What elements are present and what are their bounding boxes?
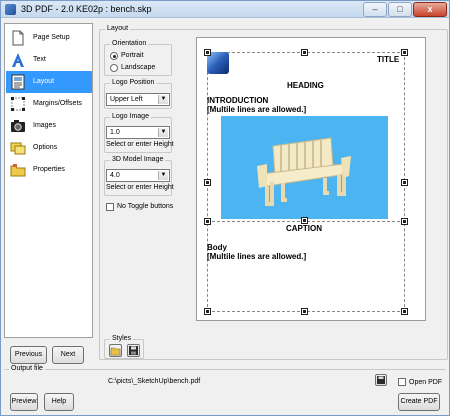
open-style-button[interactable]: [109, 344, 122, 357]
margins-icon: [11, 97, 25, 111]
page-preview: TITLE HEADING INTRODUCTION [Multile line…: [196, 37, 426, 321]
create-pdf-button[interactable]: Create PDF: [398, 393, 440, 411]
save-icon: [377, 376, 385, 384]
chevron-down-icon: ▼: [158, 95, 168, 104]
landscape-label: Landscape: [121, 64, 156, 71]
previous-button[interactable]: Previous: [10, 346, 47, 364]
nav-item-images[interactable]: Images: [6, 115, 92, 137]
preview-body-note: [Multile lines are allowed.]: [207, 252, 307, 261]
open-pdf-checkbox[interactable]: [398, 378, 406, 386]
model-height-combo[interactable]: 4.0 ▼: [106, 169, 170, 182]
resize-handle[interactable]: [204, 49, 211, 56]
open-pdf-label: Open PDF: [409, 379, 443, 386]
chevron-down-icon: ▼: [158, 171, 168, 180]
preview-body: Body: [207, 243, 227, 252]
next-button[interactable]: Next: [52, 346, 84, 364]
save-style-button[interactable]: [127, 344, 140, 357]
no-toggle-label: No Toggle buttons: [117, 203, 174, 210]
camera-icon: [11, 120, 25, 132]
text-icon: [12, 53, 24, 67]
resize-handle[interactable]: [204, 308, 211, 315]
bench-image: [257, 137, 351, 206]
save-icon: [129, 346, 138, 355]
preview-button[interactable]: Preview: [10, 393, 38, 411]
portrait-radio[interactable]: [110, 52, 118, 60]
model-height-value: 4.0: [110, 172, 120, 179]
logo-position-select[interactable]: Upper Left ▼: [106, 93, 170, 106]
styles-label: Styles: [110, 335, 134, 342]
orientation-label: Orientation: [110, 40, 149, 47]
resize-handle[interactable]: [301, 308, 308, 315]
nav-item-label: Margins/Offsets: [33, 100, 82, 107]
preview-heading: HEADING: [287, 81, 324, 90]
window-title: 3D PDF - 2.0 KE02p : bench.skp: [21, 4, 152, 14]
logo-image: [207, 52, 229, 74]
logo-height-combo[interactable]: 1.0 ▼: [106, 126, 170, 139]
chevron-down-icon: ▼: [158, 128, 168, 137]
properties-icon: [10, 164, 26, 177]
nav-item-label: Options: [33, 144, 58, 151]
minimize-button[interactable]: –: [363, 2, 387, 17]
resize-handle[interactable]: [204, 218, 211, 225]
nav-item-options[interactable]: Options: [6, 137, 92, 159]
close-button[interactable]: x: [413, 2, 447, 17]
resize-handle[interactable]: [401, 308, 408, 315]
nav-item-label: Text: [33, 56, 46, 63]
app-icon: [5, 4, 16, 15]
model-height-hint: Select or enter Height: [106, 184, 174, 191]
model-image-label: 3D Model Image: [110, 156, 166, 163]
layout-icon: [11, 74, 25, 90]
browse-output-button[interactable]: [375, 374, 387, 386]
nav-item-label: Layout: [33, 78, 55, 85]
help-button[interactable]: Help: [44, 393, 74, 411]
model-image: [221, 116, 388, 219]
logo-position-value: Upper Left: [110, 96, 143, 103]
title-bar: 3D PDF - 2.0 KE02p : bench.skp – □ x: [1, 1, 449, 18]
preview-title: TITLE: [377, 55, 400, 64]
resize-handle[interactable]: [204, 179, 211, 186]
nav-item-properties[interactable]: Properties: [6, 159, 92, 181]
nav-item-layout[interactable]: Layout: [6, 71, 92, 93]
resize-handle[interactable]: [301, 217, 308, 224]
options-icon: [10, 142, 26, 155]
resize-handle[interactable]: [301, 49, 308, 56]
logo-height-hint: Select or enter Height: [106, 141, 174, 148]
portrait-label: Portrait: [121, 52, 144, 59]
resize-handle[interactable]: [401, 49, 408, 56]
output-file-label: Output file: [9, 365, 45, 372]
output-file-path[interactable]: C:\picts\_SketchUp\bench.pdf: [108, 378, 200, 385]
no-toggle-checkbox[interactable]: [106, 203, 114, 211]
landscape-radio[interactable]: [110, 64, 118, 72]
resize-handle[interactable]: [401, 218, 408, 225]
nav-item-margins-offsets[interactable]: Margins/Offsets: [6, 93, 92, 115]
nav-item-page-setup[interactable]: Page Setup: [6, 27, 92, 49]
preview-intro-note: [Multile lines are allowed.]: [207, 105, 307, 114]
section-nav-list: Page Setup Text Layout Margins/Offsets I…: [4, 23, 93, 338]
logo-height-value: 1.0: [110, 129, 120, 136]
layout-group-label: Layout: [105, 25, 131, 32]
nav-item-text[interactable]: Text: [6, 49, 92, 71]
folder-icon: [110, 347, 121, 356]
page-icon: [12, 30, 24, 46]
preview-caption: CAPTION: [286, 224, 322, 233]
preview-intro: INTRODUCTION: [207, 96, 269, 105]
maximize-button[interactable]: □: [388, 2, 412, 17]
logo-image-label: Logo Image: [110, 113, 151, 120]
logo-position-label: Logo Position: [110, 79, 157, 86]
nav-item-label: Images: [33, 122, 56, 129]
resize-handle[interactable]: [401, 179, 408, 186]
nav-item-label: Properties: [33, 166, 65, 173]
nav-item-label: Page Setup: [33, 34, 70, 41]
